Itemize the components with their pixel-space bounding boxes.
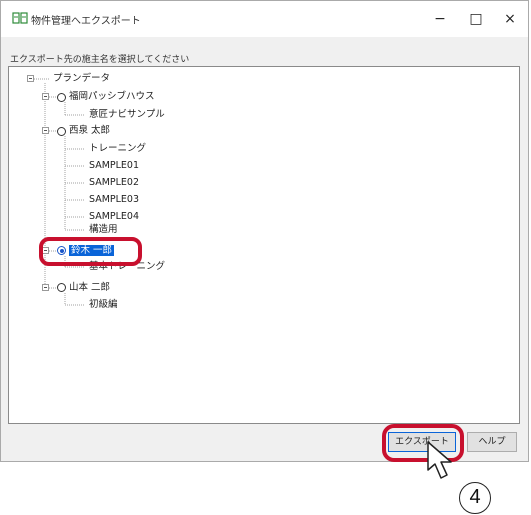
owner-radio[interactable] [57, 127, 66, 136]
tree-owner-label[interactable]: 西泉 太郎 [69, 125, 110, 137]
tree-root-label[interactable]: プランデータ [53, 73, 110, 85]
tree-plan-label[interactable]: 構造用 [89, 224, 118, 236]
step-number-badge: 4 [459, 482, 491, 514]
tree-plan-label[interactable]: SAMPLE02 [89, 177, 139, 189]
tree-plan-label[interactable]: トレーニング [89, 143, 146, 155]
minimize-button[interactable]: − [425, 9, 455, 29]
tree-plan-label[interactable]: SAMPLE01 [89, 160, 139, 172]
tree-owner-label[interactable]: 山本 二郎 [69, 282, 110, 294]
instruction-label: エクスポート先の施主名を選択してください [10, 55, 190, 65]
maximize-button[interactable]: □ [461, 9, 491, 29]
mouse-cursor-icon [427, 441, 452, 479]
root-collapse-toggle[interactable] [27, 75, 34, 82]
tree-plan-label[interactable]: SAMPLE04 [89, 211, 139, 223]
app-icon [12, 12, 28, 24]
tree-plan-label[interactable]: SAMPLE03 [89, 194, 139, 206]
tree-plan-label[interactable]: 意匠ナビサンプル [89, 109, 165, 121]
window-title: 物件管理へエクスポート [31, 16, 141, 27]
owner-radio[interactable] [57, 93, 66, 102]
close-button[interactable]: × [495, 9, 525, 29]
owner-collapse-toggle[interactable] [42, 127, 49, 134]
help-button[interactable]: ヘルプ [467, 432, 517, 452]
title-bar: 物件管理へエクスポート − □ × [1, 1, 528, 37]
selection-highlight-callout [39, 237, 142, 266]
tree-plan-label[interactable]: 初級編 [89, 299, 118, 311]
owner-radio[interactable] [57, 283, 66, 292]
owner-collapse-toggle[interactable] [42, 93, 49, 100]
owner-collapse-toggle[interactable] [42, 284, 49, 291]
tree-owner-label[interactable]: 福岡パッシブハウス [69, 91, 155, 103]
